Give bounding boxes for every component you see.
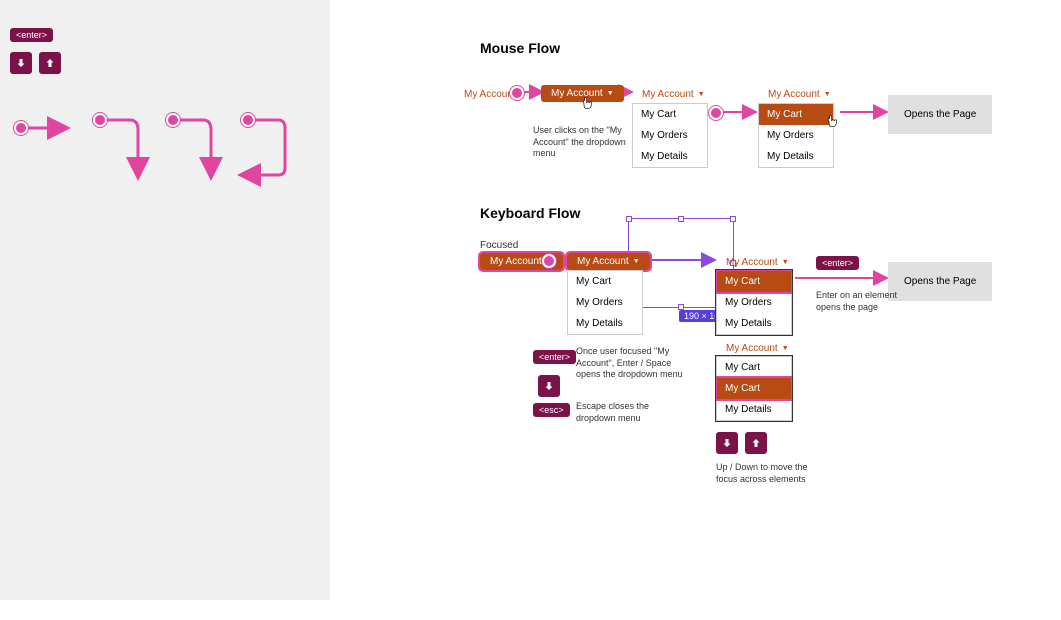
dropdown-link[interactable]: My Account▼ xyxy=(632,86,715,103)
menu-item-focused[interactable]: My Cart xyxy=(717,378,791,399)
arrow-down-button[interactable] xyxy=(716,432,738,454)
dropdown-link[interactable]: My Account▼ xyxy=(758,86,841,103)
dropdown-menu[interactable]: My Cart My Orders My Details xyxy=(567,270,643,335)
caption: Enter on an element opens the page xyxy=(816,290,906,313)
menu-item[interactable]: My Orders xyxy=(633,125,707,146)
dropdown-link[interactable]: My Account▼ xyxy=(716,340,799,357)
section-title-keyboard: Keyboard Flow xyxy=(480,205,580,221)
caption: Up / Down to move the focus across eleme… xyxy=(716,462,816,485)
connector-dot[interactable] xyxy=(166,113,180,127)
dropdown-link[interactable]: My Account▼ xyxy=(716,254,799,271)
enter-key-badge[interactable]: <enter> xyxy=(10,28,53,42)
caption: User clicks on the "My Account" the drop… xyxy=(533,125,643,160)
menu-item[interactable]: My Details xyxy=(568,313,642,334)
esc-key-badge: <esc> xyxy=(533,403,570,417)
arrow-down-button[interactable] xyxy=(10,52,32,74)
flow-dot xyxy=(510,86,524,100)
menu-item[interactable]: My Orders xyxy=(717,292,791,313)
enter-key-badge: <enter> xyxy=(533,350,576,364)
cursor-hand-icon xyxy=(580,96,596,112)
connector-dot[interactable] xyxy=(93,113,107,127)
menu-item-focused[interactable]: My Cart xyxy=(717,271,791,292)
menu-item[interactable]: My Details xyxy=(633,146,707,167)
menu-item[interactable]: My Orders xyxy=(759,125,833,146)
main-canvas: Mouse Flow My Account▼ My Account▼ User … xyxy=(330,0,1061,600)
menu-item[interactable]: My Details xyxy=(717,399,791,420)
caption: Escape closes the dropdown menu xyxy=(576,401,686,424)
dropdown-menu[interactable]: My Cart My Orders My Details xyxy=(758,103,834,168)
connector-dot[interactable] xyxy=(241,113,255,127)
dropdown-menu[interactable]: My Cart My Orders My Details xyxy=(632,103,708,168)
section-title-mouse: Mouse Flow xyxy=(480,40,560,56)
arrow-up-button[interactable] xyxy=(745,432,767,454)
dropdown-pill-focused[interactable]: My Account▼ xyxy=(567,253,650,270)
arrow-down-button[interactable] xyxy=(538,375,560,397)
dropdown-menu[interactable]: My Cart My Orders My Details xyxy=(716,270,792,335)
dropdown-link[interactable]: My Account▼ xyxy=(454,86,537,103)
menu-item[interactable]: My Cart xyxy=(717,357,791,378)
arrow-up-button[interactable] xyxy=(39,52,61,74)
menu-item[interactable]: My Details xyxy=(759,146,833,167)
connector-dot[interactable] xyxy=(14,121,28,135)
menu-item[interactable]: My Orders xyxy=(568,292,642,313)
page-result-box: Opens the Page xyxy=(888,95,992,134)
menu-item[interactable]: My Details xyxy=(717,313,791,334)
enter-key-badge: <enter> xyxy=(816,256,859,270)
flow-dot xyxy=(709,106,723,120)
menu-item[interactable]: My Cart xyxy=(759,104,833,125)
focused-label: Focused xyxy=(480,240,518,251)
flow-dot xyxy=(542,254,556,268)
sidebar: <enter> xyxy=(0,0,330,600)
caption: Once user focused "My Account", Enter / … xyxy=(576,346,686,381)
connector-shapes xyxy=(10,110,320,210)
menu-item[interactable]: My Cart xyxy=(633,104,707,125)
menu-item[interactable]: My Cart xyxy=(568,271,642,292)
cursor-hand-icon xyxy=(825,114,841,130)
dropdown-menu[interactable]: My Cart My Cart My Details xyxy=(716,356,792,421)
